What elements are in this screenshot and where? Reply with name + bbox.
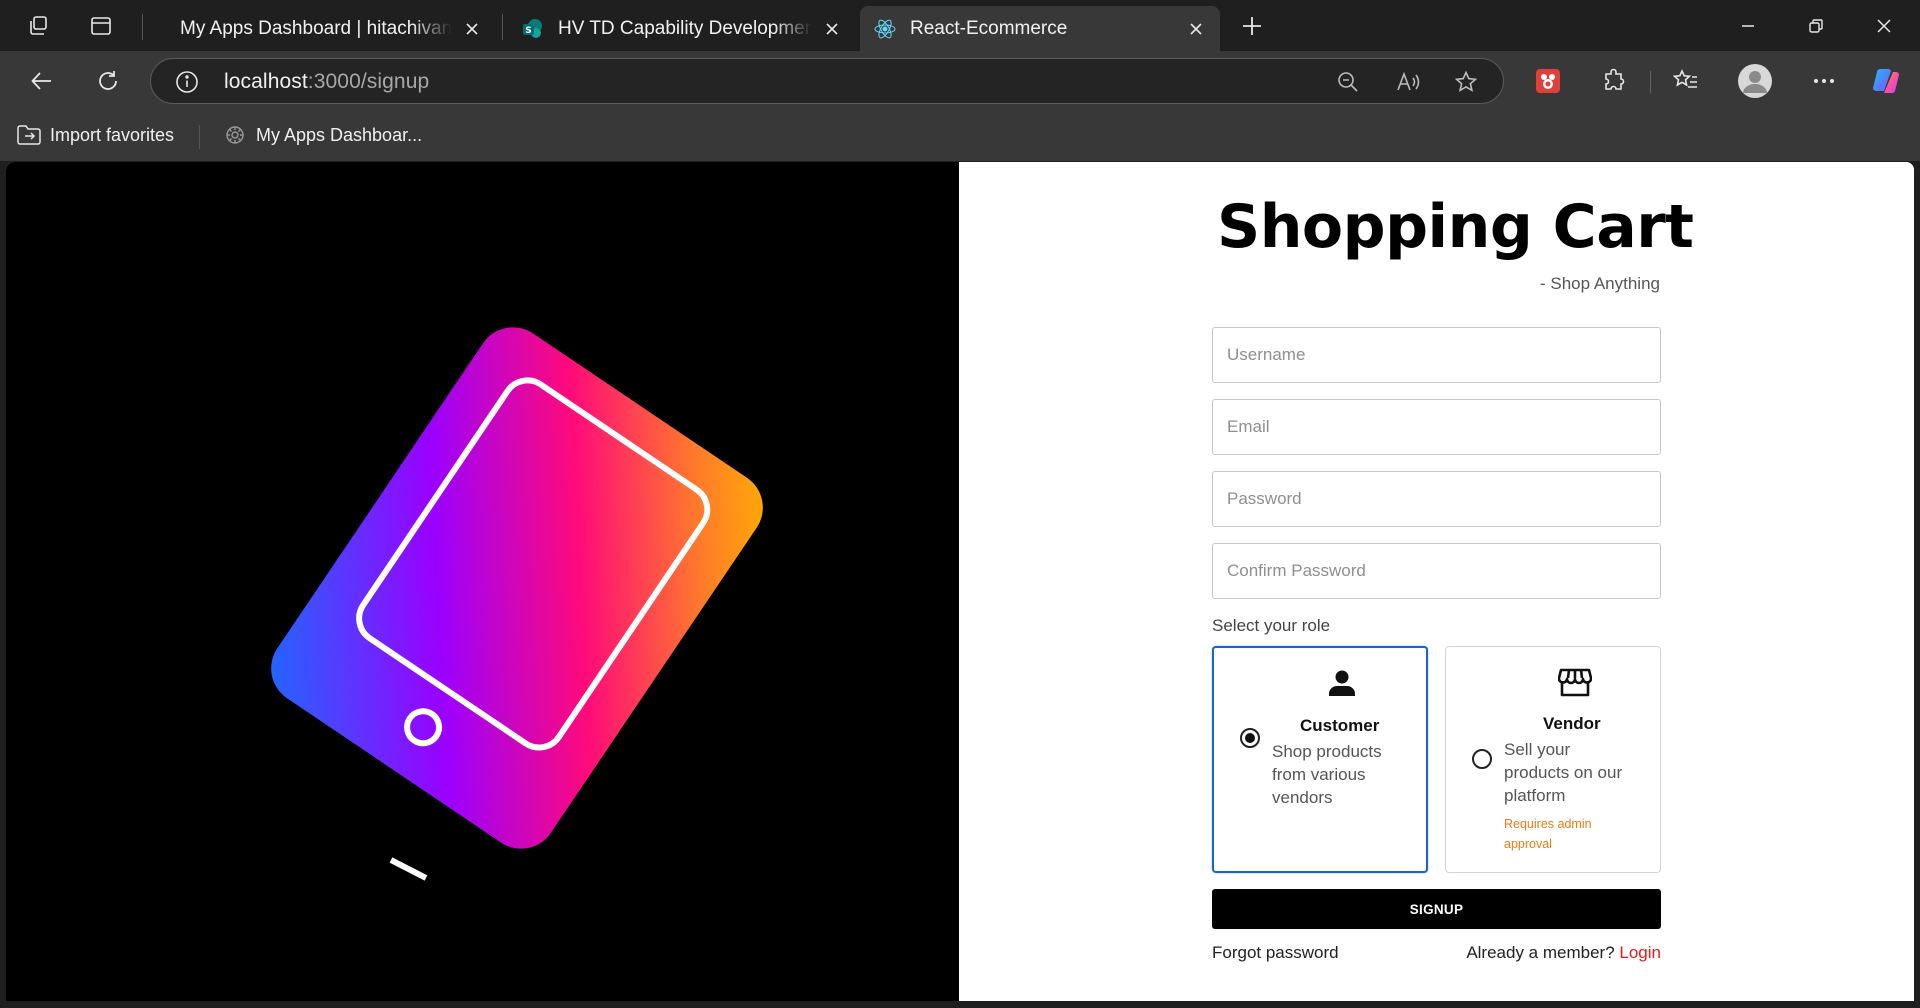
browser-toolbar: localhost:3000/signup (0, 51, 1920, 111)
react-icon (874, 18, 896, 40)
vendor-role-description: Sell your products on our platform (1504, 740, 1623, 805)
page-viewport: Shopping Cart - Shop Anything Select you… (6, 162, 1914, 1001)
role-card-customer[interactable]: Customer Shop products from various vend… (1212, 646, 1428, 873)
close-icon[interactable] (462, 19, 482, 39)
browser-tab-strip: My Apps Dashboard | hitachivantara S HV … (0, 0, 1920, 51)
sharepoint-icon: S (522, 18, 544, 40)
vendor-radio[interactable] (1472, 749, 1492, 769)
apps-dashboard-icon (222, 123, 248, 147)
url-text: localhost:3000/signup (224, 70, 430, 93)
refresh-icon[interactable] (90, 63, 126, 99)
vendor-role-name: Vendor (1543, 714, 1601, 733)
tab-my-apps-dashboard[interactable]: My Apps Dashboard | hitachivantara (166, 6, 496, 51)
phone-illustration (271, 327, 763, 881)
customer-radio[interactable] (1240, 728, 1260, 748)
role-section-label: Select your role (1212, 616, 1331, 635)
password-input[interactable] (1212, 471, 1661, 527)
tab-hv-td-capability[interactable]: S HV TD Capability Development (L (508, 6, 856, 51)
customer-role-description: Shop products from various vendors (1272, 742, 1382, 807)
back-icon[interactable] (24, 63, 60, 99)
minimize-icon[interactable] (1718, 0, 1778, 51)
login-link[interactable]: Login (1619, 943, 1661, 962)
import-favorites-icon (16, 123, 42, 147)
copilot-icon[interactable] (1868, 63, 1904, 99)
hero-panel (6, 162, 959, 1001)
close-icon[interactable] (822, 19, 842, 39)
role-card-vendor[interactable]: Vendor Sell your products on our platfor… (1445, 646, 1661, 873)
tab-title: My Apps Dashboard | hitachivantara (180, 17, 452, 39)
read-aloud-icon[interactable] (1395, 69, 1421, 95)
signup-button[interactable]: SIGNUP (1212, 889, 1661, 929)
favorites-list-icon[interactable] (1668, 63, 1704, 99)
customer-role-name: Customer (1300, 716, 1380, 735)
tab-title: React-Ecommerce (910, 17, 1068, 39)
favorites-bar: Import favorites My Apps Dashboar... (0, 111, 1920, 161)
my-apps-dashboard-link[interactable]: My Apps Dashboar... (222, 123, 422, 147)
page-title: Shopping Cart (1217, 192, 1694, 262)
tab-react-ecommerce[interactable]: React-Ecommerce (860, 6, 1220, 51)
workspaces-icon[interactable] (20, 8, 56, 44)
username-input[interactable] (1212, 327, 1661, 383)
already-member-label: Already a member? (1466, 943, 1615, 962)
zoom-out-icon[interactable] (1335, 69, 1361, 95)
person-icon (1325, 666, 1359, 700)
site-info-icon[interactable] (175, 70, 199, 94)
more-options-icon[interactable] (1806, 63, 1842, 99)
already-member-text: Already a member? Login (1466, 943, 1661, 963)
svg-text:S: S (525, 26, 531, 36)
close-icon[interactable] (1186, 19, 1206, 39)
restore-icon[interactable] (1786, 0, 1846, 51)
tab-title: HV TD Capability Development (L (558, 17, 812, 39)
phone-speaker-slot (389, 857, 428, 881)
storefront-icon (1558, 665, 1592, 699)
favorite-star-icon[interactable] (1453, 69, 1479, 95)
my-apps-dashboard-label: My Apps Dashboar... (256, 124, 423, 145)
profile-avatar-icon[interactable] (1737, 63, 1773, 99)
extensions-icon[interactable] (1596, 63, 1632, 99)
page-subtitle: - Shop Anything (1539, 274, 1660, 293)
forgot-password-link[interactable]: Forgot password (1212, 943, 1339, 963)
confirm-password-input[interactable] (1212, 543, 1661, 599)
import-favorites-label: Import favorites (50, 124, 175, 145)
vertical-tabs-icon[interactable] (83, 8, 119, 44)
email-input[interactable] (1212, 399, 1661, 455)
address-bar[interactable]: localhost:3000/signup (150, 58, 1504, 104)
new-tab-icon[interactable] (1234, 8, 1270, 44)
vendor-approval-note: Requires admin approval (1504, 817, 1592, 851)
window-close-icon[interactable] (1854, 0, 1914, 51)
signup-panel: Shopping Cart - Shop Anything Select you… (959, 162, 1914, 1001)
import-favorites-link[interactable]: Import favorites (16, 123, 174, 147)
extension-pet-icon[interactable] (1530, 63, 1566, 99)
